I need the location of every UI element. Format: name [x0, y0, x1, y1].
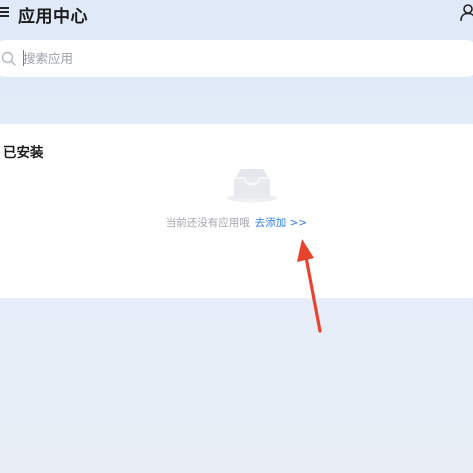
- page-title: 应用中心: [18, 7, 88, 27]
- search-icon: [1, 51, 16, 66]
- add-app-link[interactable]: 去添加 >>: [255, 217, 307, 229]
- search-input[interactable]: [23, 47, 423, 69]
- top-bar: 应用中心: [0, 0, 473, 34]
- user-icon[interactable]: [459, 4, 473, 22]
- installed-apps-card: 已安装 当前还没有应用哦 去添加 >>: [0, 124, 473, 298]
- empty-inbox-icon: [227, 169, 277, 203]
- hamburger-menu-icon[interactable]: [0, 6, 9, 18]
- empty-message: 当前还没有应用哦: [165, 217, 250, 229]
- search-bar[interactable]: [0, 40, 473, 77]
- installed-section-title: 已安装: [3, 145, 44, 161]
- empty-state: 当前还没有应用哦 去添加 >>: [0, 215, 473, 230]
